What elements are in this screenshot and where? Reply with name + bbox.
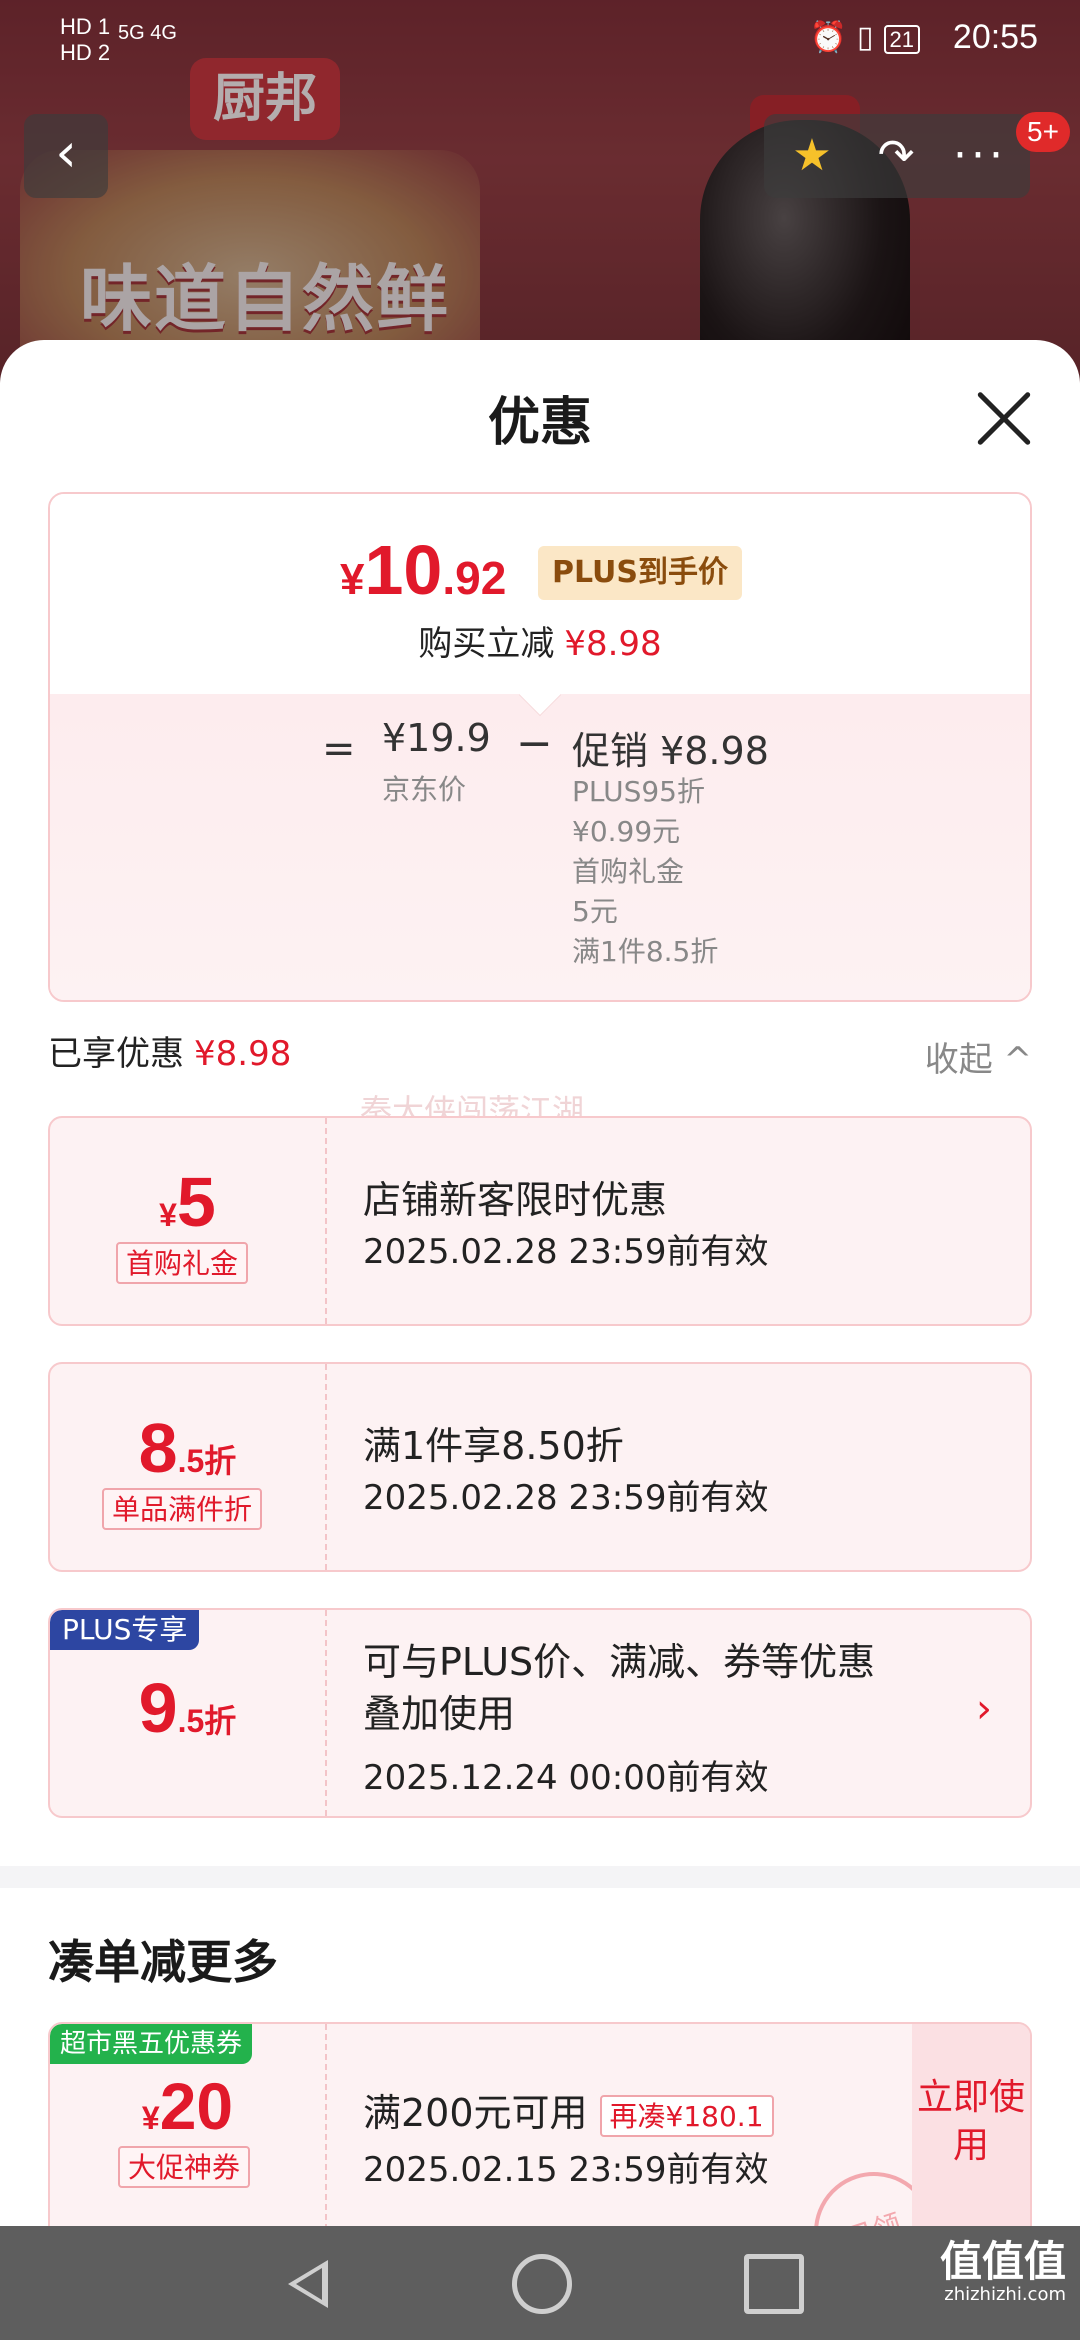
coupon-desc: 可与PLUS价、满减、券等优惠 叠加使用 (363, 1640, 876, 1736)
coupon-first-purchase[interactable]: ¥5 首购礼金 店铺新客限时优惠 2025.02.28 23:59前有效 (48, 1116, 1032, 1326)
recents-square-icon[interactable] (744, 2254, 804, 2314)
coupon-kind: 单品满件折 (102, 1488, 263, 1530)
equals-sign: = (322, 726, 356, 772)
back-icon: ‹ (55, 121, 77, 184)
coupon-kind: 大促神券 (118, 2146, 251, 2188)
sheet-title: 优惠 (487, 393, 592, 453)
coupon-date: 2025.02.15 23:59前有效 (363, 2150, 769, 2190)
back-triangle-icon[interactable] (282, 2254, 342, 2314)
network-hd1: HD 1 (60, 14, 111, 39)
top-actions: ★ ↷ ··· (764, 114, 1030, 198)
coupon-amount: 9.5折 (138, 1669, 237, 1747)
jd-price-label: 京东价 (382, 773, 467, 806)
coupon-date: 2025.12.24 00:00前有效 (363, 1758, 769, 1798)
need-more-tag: 再凑¥180.1 (599, 2094, 774, 2137)
price-breakdown-card: ¥10.92 PLUS到手价 购买立减 ¥8.98 = ¥19.9 京东价 − 促… (48, 492, 1032, 1002)
coupon-amount: ¥5 (159, 1163, 216, 1241)
clock: 20:55 (952, 18, 1038, 56)
coupon-date: 2025.02.28 23:59前有效 (363, 1232, 769, 1272)
coupon-date: 2025.02.28 23:59前有效 (363, 1478, 769, 1518)
collapse-button[interactable]: 收起 ^ (925, 1032, 1032, 1081)
coupon-amount: ¥20 (141, 2069, 234, 2143)
system-nav-bar: 值值值 zhizhizhi.com (0, 2226, 1080, 2340)
share-icon[interactable]: ↷ (856, 114, 936, 198)
site-watermark: 值值值 zhizhizhi.com (939, 2237, 1066, 2306)
more-icon[interactable]: ··· (940, 114, 1020, 198)
plus-exclusive-ribbon: PLUS专享 (50, 1610, 200, 1650)
coupon-kind: 首购礼金 (116, 1242, 249, 1284)
signal-icon: 5G 4G (118, 22, 177, 44)
jd-price: ¥19.9 (382, 716, 491, 760)
coupon-amount: 8.5折 (138, 1409, 237, 1487)
battery-icon: 21 (883, 25, 920, 54)
use-now-button[interactable]: 立即使用 (912, 2024, 1030, 2226)
coupon-supermarket[interactable]: 超市黑五优惠券 ¥20 大促神券 满200元可用 再凑¥180.1 2025.02… (48, 2022, 1032, 2226)
vibrate-icon: ▯ (857, 21, 884, 54)
message-badge: 5+ (1016, 112, 1070, 152)
home-circle-icon[interactable] (512, 2254, 572, 2314)
coupon-desc: 满200元可用 再凑¥180.1 (363, 2082, 774, 2137)
alarm-icon: ⏰ (809, 21, 857, 54)
enjoyed-discount: 已享优惠 ¥8.98 (48, 1034, 292, 1074)
promo-title: 促销 ¥8.98 (572, 729, 769, 773)
status-bar: HD 1 HD 2 5G 4G ⏰▯ 21 20:55 (0, 0, 1080, 80)
coupon-desc: 店铺新客限时优惠 (363, 1178, 668, 1222)
promo-details: PLUS95折 ¥0.99元 首购礼金 5元 满1件8.5折 (572, 775, 719, 968)
final-price: ¥10.92 (340, 531, 507, 609)
minus-sign: − (516, 718, 553, 769)
coupon-item-discount[interactable]: 8.5折 单品满件折 满1件享8.50折 2025.02.28 23:59前有效 (48, 1362, 1032, 1572)
chevron-right-icon[interactable]: › (976, 1686, 992, 1732)
coupon-tag: 超市黑五优惠券 (50, 2024, 253, 2064)
coupon-plus-exclusive[interactable]: PLUS专享 9.5折 可与PLUS价、满减、券等优惠 叠加使用 2025.12… (48, 1608, 1032, 1818)
close-icon[interactable] (974, 388, 1034, 448)
network-hd2: HD 2 (60, 40, 111, 65)
network-indicators: HD 1 HD 2 (60, 14, 110, 66)
plus-price-tag: PLUS到手价 (538, 546, 743, 600)
favorite-star-icon[interactable]: ★ (772, 114, 852, 198)
status-icons: ⏰▯ 21 (810, 20, 920, 55)
back-button[interactable]: ‹ (24, 114, 108, 198)
coupon-desc: 满1件享8.50折 (363, 1424, 624, 1468)
reduce-line: 购买立减 ¥8.98 (418, 624, 662, 664)
discount-sheet: 优惠 ¥10.92 PLUS到手价 购买立减 ¥8.98 = ¥19.9 京东价 … (0, 340, 1080, 2226)
section-title-more: 凑单减更多 (48, 1935, 278, 1989)
section-separator (0, 1866, 1080, 1888)
